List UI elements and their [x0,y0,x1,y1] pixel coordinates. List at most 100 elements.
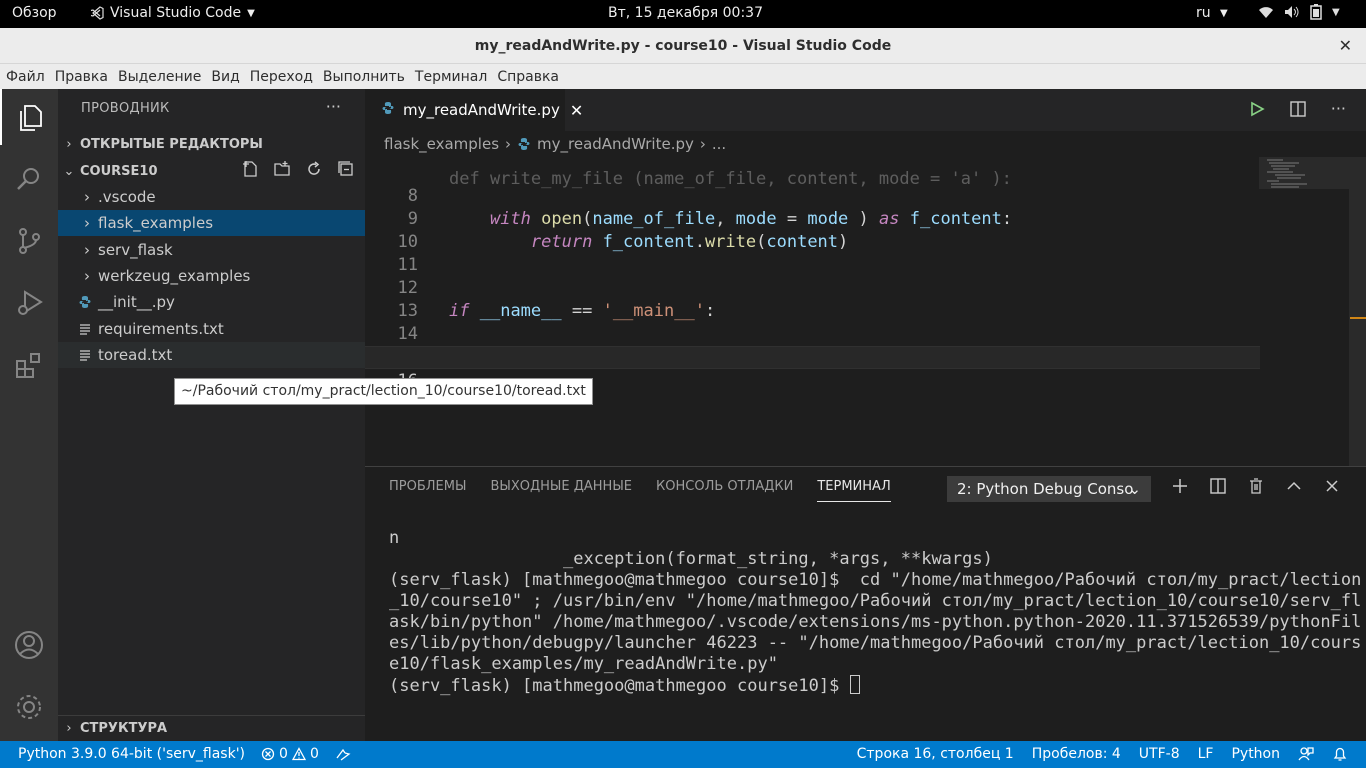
menu-selection[interactable]: Выделение [118,69,201,85]
clock[interactable]: Вт, 15 декабря 00:37 [608,5,763,21]
menu-view[interactable]: Вид [211,69,239,85]
cursor-position[interactable]: Строка 16, столбец 1 [857,746,1014,762]
tree-item-serv-flask[interactable]: › serv_flask [58,237,365,263]
tree-item-label: .vscode [98,188,156,206]
sidebar-title: ПРОВОДНИК [81,101,170,116]
more-actions-icon[interactable]: ··· [326,97,341,116]
python-file-icon [518,138,530,150]
terminal-selector-value: 2: Python Debug Conso [957,480,1134,498]
language-mode[interactable]: Python [1231,746,1280,762]
code-line-current: 16 [365,346,1260,391]
run-file-icon[interactable] [1249,101,1265,117]
code-editor[interactable]: def write_my_file (name_of_file, content… [365,157,1366,466]
tree-item-vscode[interactable]: › .vscode [58,184,365,210]
split-terminal-icon[interactable] [1209,477,1227,495]
manage-activity[interactable] [0,679,58,735]
volume-icon [1285,6,1299,18]
menu-help[interactable]: Справка [497,69,559,85]
new-terminal-icon[interactable] [1171,477,1189,495]
end-of-line[interactable]: LF [1198,746,1214,762]
menu-run[interactable]: Выполнить [323,69,405,85]
tab-output[interactable]: ВЫХОДНЫЕ ДАННЫЕ [490,479,632,502]
tree-item-init-py[interactable]: __init__.py [58,289,365,315]
terminal-line: (serv_flask) [mathmegoo@mathmegoo course… [389,570,1362,590]
tree-item-flask-examples[interactable]: › flask_examples [58,210,365,236]
tree-item-toread[interactable]: toread.txt [58,342,365,368]
app-menu[interactable]: Visual Studio Code ▼ [90,5,255,21]
source-control-icon [19,228,40,254]
run-debug-activity[interactable] [0,275,58,331]
structure-label: СТРУКТУРА [80,721,168,736]
search-icon [17,168,39,190]
split-editor-icon[interactable] [1289,100,1307,118]
menu-edit[interactable]: Правка [55,69,108,85]
tab-debug-console[interactable]: КОНСОЛЬ ОТЛАДКИ [656,479,793,502]
collapse-all-icon[interactable] [337,160,355,178]
tab-problems[interactable]: ПРОБЛЕМЫ [389,479,466,502]
maximize-panel-icon[interactable] [1285,477,1303,495]
tab-my-readandwrite[interactable]: my_readAndWrite.py ✕ [365,89,583,131]
new-folder-icon[interactable] [273,160,291,178]
tree-item-werkzeug-examples[interactable]: › werkzeug_examples [58,263,365,289]
problems-indicator[interactable]: 0 0 [261,746,319,762]
refresh-icon[interactable] [305,160,323,178]
source-control-activity[interactable] [0,213,58,269]
menu-go[interactable]: Переход [250,69,313,85]
folder-section[interactable]: ⌄ COURSE10 [58,158,365,184]
encoding[interactable]: UTF-8 [1139,746,1180,762]
chevron-right-icon: › [84,267,90,285]
menu-file[interactable]: Файл [6,69,45,85]
explorer-sidebar: ПРОВОДНИК ··· › ОТКРЫТЫЕ РЕДАКТОРЫ ⌄ COU… [58,89,365,741]
close-panel-icon[interactable] [1323,477,1341,495]
chevron-right-icon: › [66,136,72,152]
tree-item-label: serv_flask [98,241,173,259]
explorer-activity[interactable] [0,89,58,145]
search-activity[interactable] [0,151,58,207]
window-title: my_readAndWrite.py - course10 - Visual S… [474,38,892,54]
feedback-icon[interactable] [1298,746,1314,762]
terminal-line: ask/bin/python" /home/mathmegoo/.vscode/… [389,612,1362,632]
tree-item-requirements[interactable]: requirements.txt [58,316,365,342]
code-line: 8 with open(name_of_file, mode = mode ) … [365,162,1260,229]
breadcrumb: flask_examples › my_readAndWrite.py › ..… [365,131,1366,157]
structure-section[interactable]: › СТРУКТУРА [58,715,365,741]
keyboard-layout[interactable]: ru [1196,5,1211,21]
new-file-icon[interactable] [241,160,259,178]
more-actions-icon[interactable]: ··· [1331,99,1346,118]
breadcrumb-file[interactable]: my_readAndWrite.py [537,135,694,153]
text-file-icon [78,323,92,335]
terminal-output[interactable]: n _exception(format_string, *args, **kwa… [389,528,1362,697]
terminal-cursor [849,675,860,694]
python-file-icon [78,295,92,309]
activities-button[interactable]: Обзор [12,5,57,21]
open-editors-section[interactable]: › ОТКРЫТЫЕ РЕДАКТОРЫ [58,131,365,157]
breadcrumb-folder[interactable]: flask_examples [384,135,499,153]
menu-terminal[interactable]: Терминал [415,69,487,85]
terminal-selector[interactable]: 2: Python Debug Conso ⌄ [947,476,1151,502]
close-tab-icon[interactable]: ✕ [570,101,583,120]
breadcrumb-symbol[interactable]: ... [712,135,726,153]
minimap[interactable] [1259,157,1349,466]
editor-scrollbar[interactable] [1349,157,1366,466]
terminal-line: n [389,528,400,548]
tab-label: my_readAndWrite.py [403,101,560,119]
terminal-line: _10/course10" ; /usr/bin/env "/home/math… [389,591,1362,611]
tree-item-label: werkzeug_examples [98,267,251,285]
account-icon [15,631,43,659]
run-debug-icon [18,290,43,315]
editor-tab-bar: my_readAndWrite.py ✕ ··· [365,89,1366,131]
vscode-app-icon [90,6,104,20]
trash-icon[interactable] [1247,477,1265,495]
live-share-icon[interactable] [335,746,351,762]
tree-item-label: toread.txt [98,346,173,364]
text-file-icon [78,349,92,361]
extensions-activity[interactable] [0,337,58,393]
bell-icon[interactable] [1332,746,1348,762]
terminal-prompt: (serv_flask) [mathmegoo@mathmegoo course… [389,676,850,696]
tab-terminal[interactable]: ТЕРМИНАЛ [817,479,891,502]
accounts-activity[interactable] [0,617,58,673]
system-menu[interactable]: ▼ [1258,4,1340,20]
indentation[interactable]: Пробелов: 4 [1032,746,1121,762]
python-interpreter[interactable]: Python 3.9.0 64-bit ('serv_flask') [18,746,245,762]
window-close-button[interactable]: ✕ [1339,28,1352,64]
